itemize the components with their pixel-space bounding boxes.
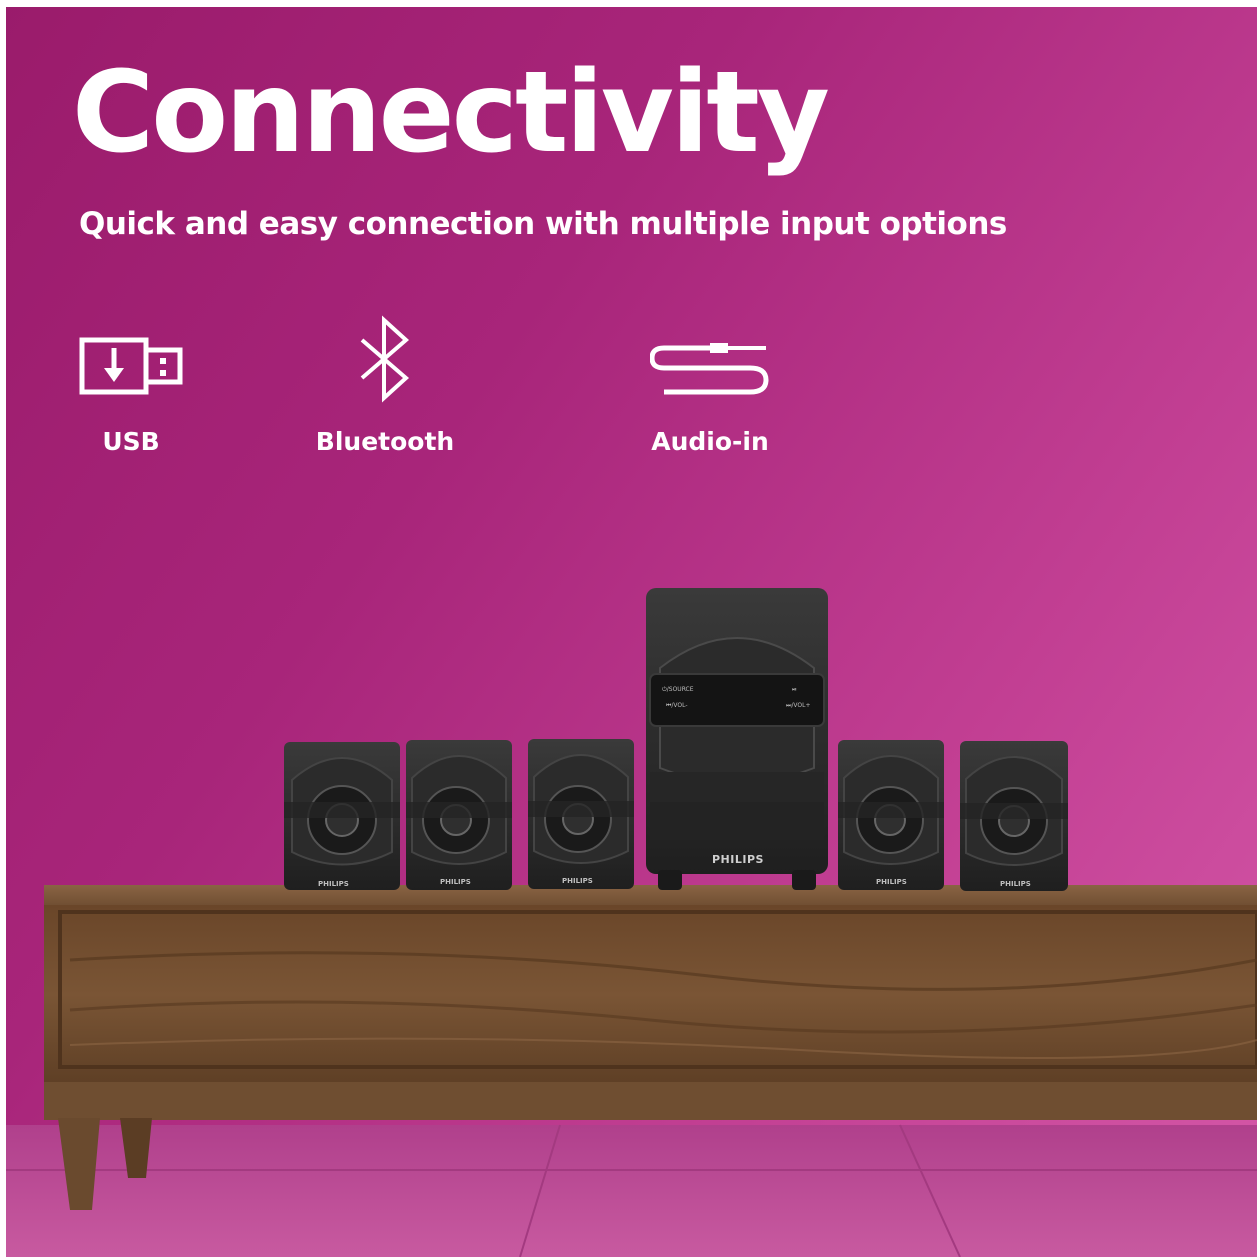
feature-audio-in-label: Audio-in [651, 427, 769, 456]
headline: Connectivity [72, 48, 830, 178]
image-border-top [0, 0, 1257, 7]
feature-usb-label: USB [102, 427, 160, 456]
product-banner: ⏻/SOURCE ⏮/VOL- ⏯ ⏭/VOL+ PHILIPS PHILIPS… [0, 0, 1257, 1257]
feature-bluetooth: Bluetooth [310, 312, 460, 456]
subwoofer-next-label: ⏭/VOL+ [786, 702, 811, 709]
speaker-brand-logo: PHILIPS [440, 878, 471, 886]
feature-usb: USB [70, 312, 192, 456]
audio-cable-icon [650, 343, 769, 395]
subwoofer-play-label: ⏯ [792, 686, 797, 693]
image-border-left [0, 0, 6, 1257]
speaker-brand-logo: PHILIPS [1000, 880, 1031, 888]
usb-drive-icon [79, 337, 183, 395]
speaker-brand-logo: PHILIPS [562, 877, 593, 885]
subwoofer-source-label: ⏻/SOURCE [662, 686, 694, 693]
subheadline: Quick and easy connection with multiple … [79, 206, 1007, 242]
subwoofer-brand-logo: PHILIPS [712, 853, 764, 866]
bluetooth-icon [360, 315, 410, 403]
feature-bluetooth-label: Bluetooth [315, 427, 455, 456]
subwoofer [646, 588, 828, 890]
product-scene [0, 588, 1257, 1257]
subwoofer-prev-label: ⏮/VOL- [666, 702, 688, 709]
floor [0, 1125, 1257, 1257]
speaker-brand-logo: PHILIPS [876, 878, 907, 886]
feature-audio-in: Audio-in [640, 312, 780, 456]
speaker-brand-logo: PHILIPS [318, 880, 349, 888]
